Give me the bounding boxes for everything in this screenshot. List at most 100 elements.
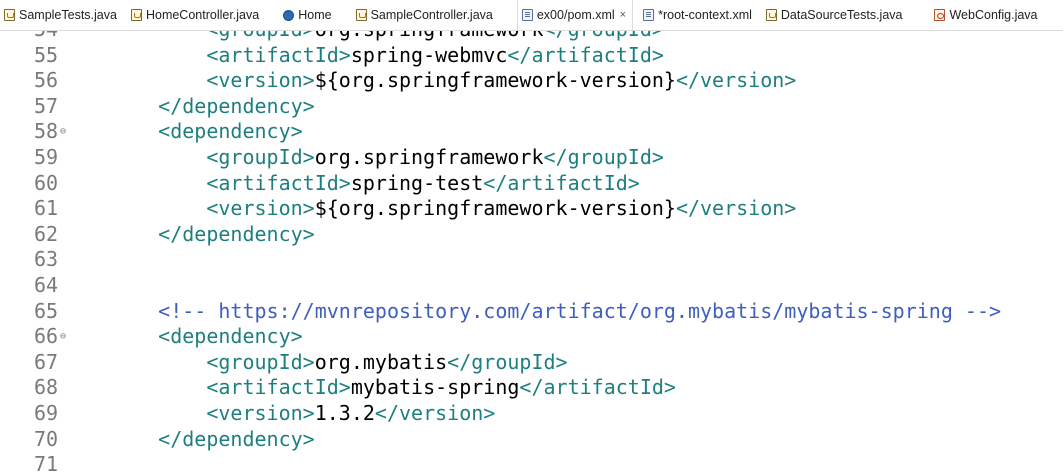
line-number: 66 [34,324,59,349]
xml-tag: </dependency> [158,93,315,118]
code-editor[interactable]: 54 <groupId>org.springframework</groupId… [0,31,1063,473]
tab-label: DataSourceTests.java [780,8,903,22]
xml-tag: <dependency> [158,324,303,349]
code-line: 60 <artifactId>spring-test</artifactId> [0,171,1063,197]
tab-label: HomeController.java [145,8,260,22]
code-text: <artifactId>spring-webmvc</artifactId> [110,43,664,69]
xml-text: 1.3.2 [314,400,375,425]
code-line: 55 <artifactId>spring-webmvc</artifactId… [0,43,1063,69]
code-line: 54 <groupId>org.springframework</groupId… [0,31,1063,43]
xml-tag: </groupId> [447,349,568,374]
xml-text: spring-test [350,170,484,195]
editor-tab-bar: SampleTests.java HomeController.java Home S… [0,0,1063,31]
tab-ex00-pom-xml[interactable]: ex00/pom.xml × [516,0,634,30]
code-line: 57 </dependency> [0,94,1063,120]
line-number: 67 [34,349,59,374]
tab-label: ex00/pom.xml [536,8,615,22]
java-file-icon [130,9,142,21]
line-gutter: 70 [0,427,84,453]
tab-label: Home [298,8,332,22]
xml-tag: <version> [206,400,315,425]
code-line: 65 <!-- https://mvnrepository.com/artifa… [0,299,1063,325]
tab-webconfig-java[interactable]: WebConfig.java [930,0,1043,30]
xml-text: spring-webmvc [350,42,508,67]
code-line: 64 [0,273,1063,299]
code-line: 61 <version>${org.springframework-versio… [0,196,1063,222]
code-text: </dependency> [110,94,315,120]
fold-collapse-icon[interactable]: ⊖ [60,119,66,145]
code-text: <!-- https://mvnrepository.com/artifact/… [110,299,1001,325]
xml-tag: </dependency> [158,221,315,246]
xml-tag: </artifactId> [507,42,664,67]
xml-tag: <dependency> [158,119,303,144]
java-file-icon [355,9,367,21]
line-number: 70 [34,426,59,451]
xml-file-icon [521,9,533,21]
code-line: 69 <version>1.3.2</version> [0,401,1063,427]
line-gutter: 64 [0,273,84,299]
line-number: 57 [34,93,59,118]
tab-label: *root-context.xml [658,8,752,22]
xml-tag: <version> [206,68,315,93]
code-text: <version>${org.springframework-version}<… [110,196,796,222]
line-number: 64 [34,272,59,297]
line-gutter: 56 [0,68,84,94]
line-number: 65 [34,298,59,323]
xml-tag: <artifactId> [206,375,351,400]
code-text: <artifactId>spring-test</artifactId> [110,171,640,197]
xml-tag: <artifactId> [206,42,351,67]
code-text: <groupId>org.springframework</groupId> [110,145,664,171]
line-gutter: 54 [0,31,84,43]
tab-samplecontroller-java[interactable]: SampleController.java [352,0,499,30]
line-gutter: 61 [0,196,84,222]
code-line: 56 <version>${org.springframework-versio… [0,68,1063,94]
line-number: 68 [34,375,59,400]
code-line: 63 [0,247,1063,273]
tab-sampletests-java[interactable]: SampleTests.java [0,0,123,30]
close-tab-icon[interactable]: × [620,9,626,21]
line-gutter: 66 ⊖ [0,324,84,350]
line-gutter: 57 [0,94,84,120]
line-number: 54 [34,31,58,43]
xml-tag: </dependency> [158,426,315,451]
tab-home[interactable]: Home [279,0,337,30]
code-line: 70 </dependency> [0,427,1063,453]
code-line: 66 ⊖ <dependency> [0,324,1063,350]
java-file-icon [765,9,777,21]
fold-collapse-icon[interactable]: ⊖ [60,324,66,350]
code-text: </dependency> [110,222,315,248]
line-number: 55 [34,42,59,67]
line-number: 69 [34,400,59,425]
code-line: 71 [0,452,1063,473]
code-text: <groupId>org.mybatis</groupId> [110,349,568,376]
line-gutter: 55 [0,43,84,69]
tab-homecontroller-java[interactable]: HomeController.java [127,0,265,30]
tab-label: SampleController.java [370,8,493,22]
code-text: <groupId>org.springframework</groupId> [110,31,664,43]
line-number: 58 [34,119,59,144]
code-text: <dependency> [110,119,303,145]
xml-comment: <!-- https://mvnrepository.com/artifact/… [158,298,1002,323]
line-gutter: 67 [0,350,84,376]
line-number: 62 [34,221,59,246]
xml-tag: <groupId> [206,349,315,374]
line-number: 63 [34,247,59,272]
code-text: <version>1.3.2</version> [110,401,495,427]
jsp-file-icon [283,9,295,21]
line-number: 60 [34,170,59,195]
line-number: 61 [34,196,59,221]
line-gutter: 59 [0,145,84,171]
tab-datasourcetests-java[interactable]: DataSourceTests.java [762,0,909,30]
tab-root-context-xml[interactable]: *root-context.xml [639,0,758,30]
code-text: <artifactId>mybatis-spring</artifactId> [110,375,676,401]
